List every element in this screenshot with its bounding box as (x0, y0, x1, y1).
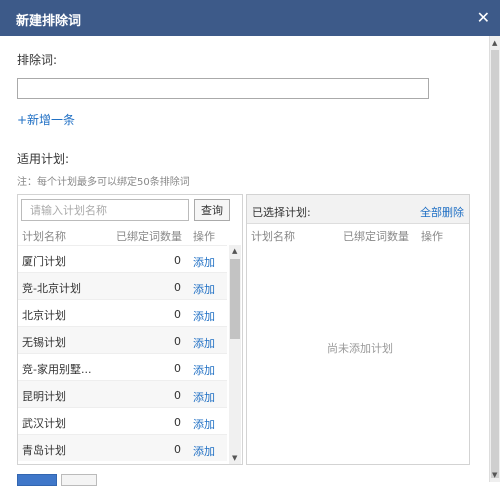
dialog-scrollbar[interactable]: ▲ ▼ (489, 36, 500, 482)
confirm-button[interactable] (17, 474, 57, 486)
column-plan-name: 计划名称 (251, 230, 295, 243)
applicable-plans-label: 适用计划: (17, 152, 70, 166)
plan-row: 青岛计划 0 添加 (18, 434, 227, 461)
plan-name: 竞-家用别墅... (22, 363, 92, 376)
add-plan-link[interactable]: 添加 (193, 443, 215, 459)
add-plan-link[interactable]: 添加 (193, 389, 215, 405)
exclude-word-input[interactable] (17, 78, 429, 99)
plan-name: 北京计划 (22, 309, 66, 322)
column-action: 操作 (193, 230, 215, 243)
delete-all-link[interactable]: 全部删除 (420, 204, 464, 220)
add-plan-link[interactable]: 添加 (193, 308, 215, 324)
plan-row: 厦门计划 0 添加 (18, 245, 227, 272)
plan-bound-count: 0 (174, 254, 181, 267)
plan-list-scrollbar-thumb[interactable] (230, 259, 240, 339)
scroll-up-icon[interactable]: ▲ (232, 247, 237, 255)
available-plans-panel: 查询 计划名称 已绑定词数量 操作 厦门计划 0 添加 竞-北京计划 0 添加 … (17, 194, 243, 465)
scroll-down-icon[interactable]: ▼ (492, 471, 497, 479)
empty-state-text: 尚未添加计划 (327, 342, 393, 355)
plan-row: 北京计划 0 添加 (18, 299, 227, 326)
add-exclude-word-link[interactable]: +新增一条 (17, 111, 75, 128)
selected-plans-title: 已选择计划: (252, 206, 311, 219)
plan-name: 无锡计划 (22, 336, 66, 349)
cancel-button[interactable] (61, 474, 97, 486)
close-icon[interactable]: ✕ (477, 8, 490, 27)
plan-row: 竞-家用别墅... 0 添加 (18, 353, 227, 380)
scroll-up-icon[interactable]: ▲ (492, 39, 497, 47)
plan-bound-count: 0 (174, 281, 181, 294)
column-bound-count: 已绑定词数量 (343, 230, 409, 243)
selected-plans-panel: 已选择计划: 全部删除 计划名称 已绑定词数量 操作 尚未添加计划 (246, 194, 470, 465)
column-bound-count: 已绑定词数量 (116, 230, 182, 243)
plan-row: 昆明计划 0 添加 (18, 380, 227, 407)
plan-row: 竞-北京计划 0 添加 (18, 272, 227, 299)
plan-bound-count: 0 (174, 443, 181, 456)
plan-bound-count: 0 (174, 335, 181, 348)
plan-name: 竞-北京计划 (22, 282, 81, 295)
add-plan-link[interactable]: 添加 (193, 362, 215, 378)
dialog-title-bar: 新建排除词 ✕ (0, 0, 500, 36)
plan-bound-count: 0 (174, 362, 181, 375)
plan-name: 昆明计划 (22, 390, 66, 403)
plan-name: 武汉计划 (22, 417, 66, 430)
scroll-down-icon[interactable]: ▼ (232, 454, 237, 462)
add-plan-link[interactable]: 添加 (193, 254, 215, 270)
add-plan-link[interactable]: 添加 (193, 416, 215, 432)
dialog-scrollbar-thumb[interactable] (491, 50, 499, 478)
plan-list-scrollbar[interactable]: ▲ ▼ (229, 245, 241, 464)
plan-row: 无锡计划 0 添加 (18, 326, 227, 353)
column-action: 操作 (421, 230, 443, 243)
query-button[interactable]: 查询 (194, 199, 230, 221)
selected-plans-header: 已选择计划: 全部删除 (247, 195, 469, 224)
plan-bound-count: 0 (174, 389, 181, 402)
plan-name: 厦门计划 (22, 255, 66, 268)
plan-bound-count: 0 (174, 416, 181, 429)
plan-name: 青岛计划 (22, 444, 66, 457)
plan-search-input[interactable] (21, 199, 189, 221)
exclude-word-label: 排除词: (17, 53, 58, 67)
binding-limit-note: 注：每个计划最多可以绑定50条排除词 (17, 177, 190, 188)
plan-bound-count: 0 (174, 308, 181, 321)
add-plan-link[interactable]: 添加 (193, 281, 215, 297)
plan-row: 武汉计划 0 添加 (18, 407, 227, 434)
column-plan-name: 计划名称 (22, 230, 66, 243)
dialog-title: 新建排除词 (16, 14, 82, 29)
add-plan-link[interactable]: 添加 (193, 335, 215, 351)
